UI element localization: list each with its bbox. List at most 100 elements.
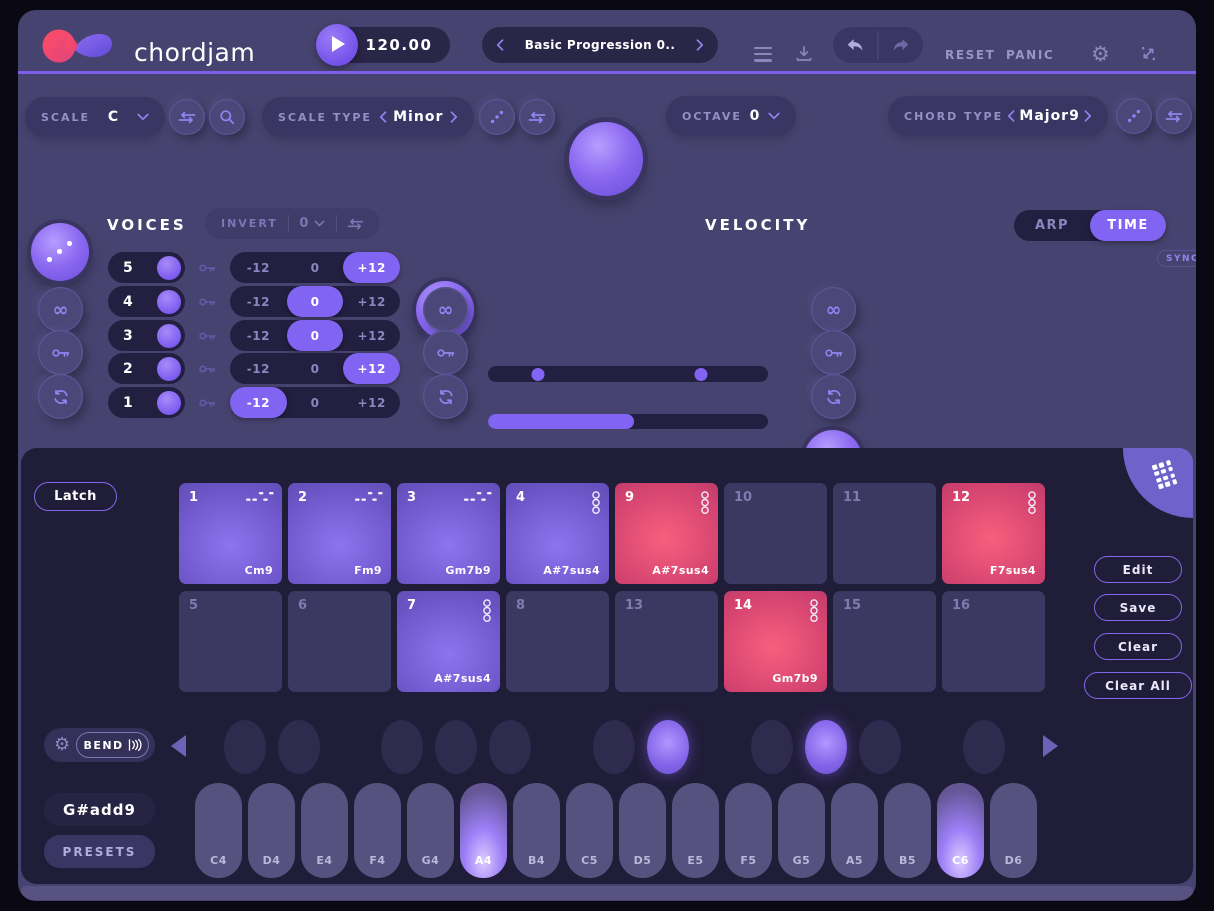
- redo-button[interactable]: [879, 27, 923, 63]
- invert-value-dropdown[interactable]: 0: [299, 216, 325, 231]
- key-icon[interactable]: [199, 297, 216, 307]
- velocity-cycle-button[interactable]: [423, 374, 468, 419]
- black-key-As4[interactable]: [489, 720, 531, 774]
- chord-type-prev-icon[interactable]: [1007, 110, 1015, 122]
- play-button[interactable]: [316, 24, 358, 66]
- pad-5[interactable]: 5: [179, 591, 282, 692]
- key-icon[interactable]: [199, 364, 216, 374]
- view-toggle-corner[interactable]: [1123, 448, 1193, 518]
- white-key-E5[interactable]: E5: [672, 783, 719, 878]
- pad-4[interactable]: 4A#7sus4: [506, 483, 609, 584]
- time-tab[interactable]: TIME: [1090, 210, 1166, 241]
- voice-on-indicator[interactable]: [157, 256, 181, 280]
- pad-10[interactable]: 10: [724, 483, 827, 584]
- preset-name[interactable]: Basic Progression 0..: [525, 38, 676, 52]
- pad-15[interactable]: 15: [833, 591, 936, 692]
- edit-button[interactable]: Edit: [1094, 556, 1182, 583]
- key-icon[interactable]: [199, 331, 216, 341]
- key-icon[interactable]: [199, 398, 216, 408]
- velocity-infinity-button[interactable]: ∞: [423, 287, 468, 332]
- scale-type-next-icon[interactable]: [450, 111, 458, 123]
- voice-octave-segment[interactable]: -120+12: [230, 387, 400, 418]
- voice-on-indicator[interactable]: [157, 324, 181, 348]
- black-key-Gs5[interactable]: [805, 720, 847, 774]
- presets-button[interactable]: PRESETS: [44, 835, 155, 868]
- pad-9[interactable]: 9A#7sus4: [615, 483, 718, 584]
- black-key-Ds5[interactable]: [647, 720, 689, 774]
- undo-button[interactable]: [833, 27, 877, 63]
- voice-on-indicator[interactable]: [157, 290, 181, 314]
- latch-button[interactable]: Latch: [34, 482, 117, 511]
- main-knob[interactable]: [569, 122, 643, 196]
- white-key-C4[interactable]: C4: [195, 783, 242, 878]
- bend-toggle[interactable]: BEND: [76, 732, 149, 758]
- chord-type-select[interactable]: CHORD TYPE Major9: [888, 96, 1108, 136]
- white-key-B5[interactable]: B5: [884, 783, 931, 878]
- black-key-Fs5[interactable]: [751, 720, 793, 774]
- chord-type-next-icon[interactable]: [1084, 110, 1092, 122]
- voices-lock-key-button[interactable]: [38, 330, 83, 375]
- octave-select[interactable]: OCTAVE 0: [666, 96, 796, 136]
- pad-7[interactable]: 7A#7sus4: [397, 591, 500, 692]
- white-key-B4[interactable]: B4: [513, 783, 560, 878]
- invert-swap-icon[interactable]: [347, 218, 364, 230]
- pad-14[interactable]: 14Gm7b9: [724, 591, 827, 692]
- white-key-C6[interactable]: C6: [937, 783, 984, 878]
- white-key-E4[interactable]: E4: [301, 783, 348, 878]
- voice-octave-segment[interactable]: -120+12: [230, 320, 400, 351]
- black-key-Gs4[interactable]: [435, 720, 477, 774]
- settings-gear-icon[interactable]: ⚙: [1091, 44, 1110, 65]
- voice-octave-segment[interactable]: -120+12: [230, 353, 400, 384]
- voices-cycle-button[interactable]: [38, 374, 83, 419]
- pad-11[interactable]: 11: [833, 483, 936, 584]
- voice-toggle[interactable]: 3: [108, 320, 185, 351]
- window-resize-strip[interactable]: [21, 886, 1193, 900]
- voices-random-knob[interactable]: [31, 223, 89, 281]
- keyboard-settings-gear-icon[interactable]: ⚙: [54, 736, 70, 754]
- voice-on-indicator[interactable]: [157, 391, 181, 415]
- time-cycle-button[interactable]: [811, 374, 856, 419]
- pad-3[interactable]: 3Gm7b9: [397, 483, 500, 584]
- white-key-F5[interactable]: F5: [725, 783, 772, 878]
- scale-type-random-button[interactable]: [479, 99, 515, 135]
- pad-1[interactable]: 1Cm9: [179, 483, 282, 584]
- scale-detect-button[interactable]: [209, 99, 245, 135]
- clear-button[interactable]: Clear: [1094, 633, 1182, 660]
- preset-prev-icon[interactable]: [496, 39, 504, 51]
- voice-toggle[interactable]: 1: [108, 387, 185, 418]
- chord-type-random-button[interactable]: [1116, 98, 1152, 134]
- scale-type-select[interactable]: SCALE TYPE Minor: [262, 97, 474, 137]
- save-button[interactable]: Save: [1094, 594, 1182, 621]
- white-key-C5[interactable]: C5: [566, 783, 613, 878]
- black-key-Ds4[interactable]: [278, 720, 320, 774]
- black-key-Cs4[interactable]: [224, 720, 266, 774]
- voice-toggle[interactable]: 2: [108, 353, 185, 384]
- voice-toggle[interactable]: 5: [108, 252, 185, 283]
- voices-infinity-button[interactable]: ∞: [38, 287, 83, 332]
- scale-swap-button[interactable]: [169, 99, 205, 135]
- key-icon[interactable]: [199, 263, 216, 273]
- voice-on-indicator[interactable]: [157, 357, 181, 381]
- pad-12[interactable]: 12F7sus4: [942, 483, 1045, 584]
- black-key-Cs6[interactable]: [963, 720, 1005, 774]
- arp-tab[interactable]: ARP: [1014, 210, 1090, 241]
- black-key-Fs4[interactable]: [381, 720, 423, 774]
- panic-button[interactable]: PANIC: [1006, 48, 1054, 62]
- pad-13[interactable]: 13: [615, 591, 718, 692]
- pad-16[interactable]: 16: [942, 591, 1045, 692]
- sync-badge[interactable]: SYNC: [1157, 250, 1196, 267]
- white-key-A5[interactable]: A5: [831, 783, 878, 878]
- white-key-G4[interactable]: G4: [407, 783, 454, 878]
- pad-2[interactable]: 2Fm9: [288, 483, 391, 584]
- reset-button[interactable]: RESET: [945, 48, 995, 62]
- velocity-bar-voice5[interactable]: [488, 414, 768, 429]
- scale-type-swap-button[interactable]: [519, 99, 555, 135]
- white-key-D4[interactable]: D4: [248, 783, 295, 878]
- scale-select[interactable]: SCALE C: [25, 97, 165, 137]
- voice-toggle[interactable]: 4: [108, 286, 185, 317]
- chord-type-swap-button[interactable]: [1156, 98, 1192, 134]
- white-key-F4[interactable]: F4: [354, 783, 401, 878]
- white-key-G5[interactable]: G5: [778, 783, 825, 878]
- clear-all-button[interactable]: Clear All: [1084, 672, 1192, 699]
- scale-type-prev-icon[interactable]: [379, 111, 387, 123]
